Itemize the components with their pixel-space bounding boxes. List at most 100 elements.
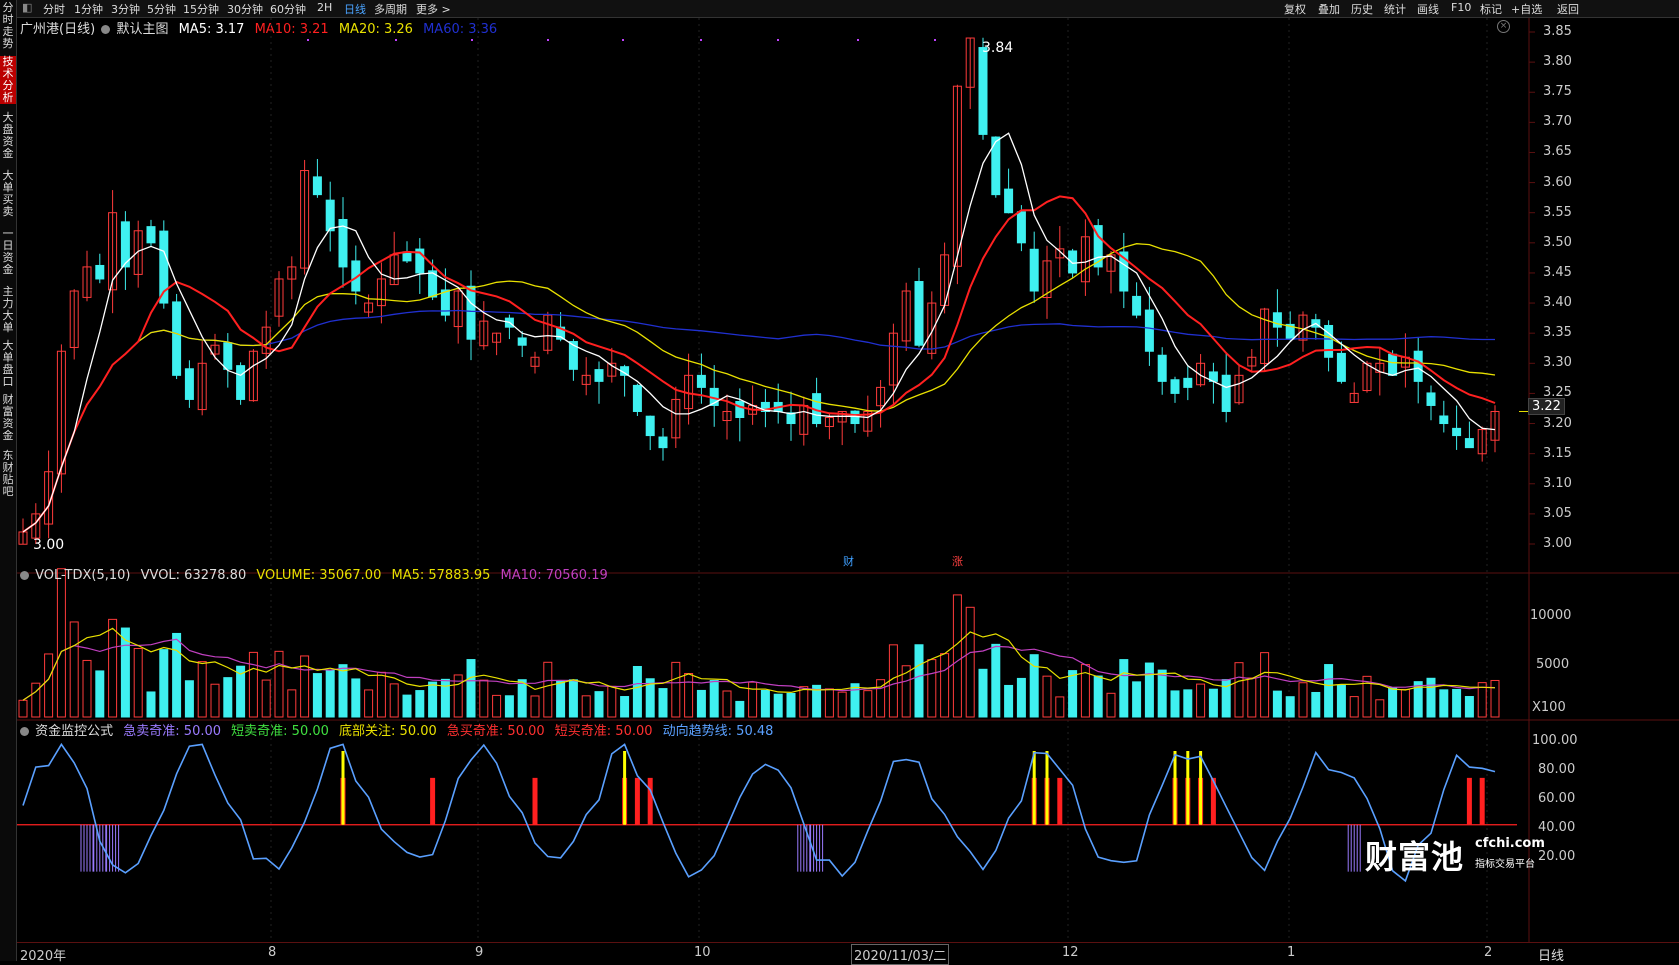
volume-bar: [338, 664, 348, 718]
volume-bar: [1464, 696, 1474, 718]
volume-bar: [479, 679, 489, 718]
sidebar-tab-0[interactable]: 分时走势: [0, 2, 16, 50]
volume-bar: [1004, 684, 1014, 718]
period-tab-daily[interactable]: 日线: [344, 1, 366, 17]
candle-body: [1272, 312, 1282, 328]
candle-body: [146, 226, 156, 244]
back-button[interactable]: 返回: [1557, 1, 1579, 17]
period-tab-3[interactable]: 5分钟: [147, 1, 176, 17]
volume-bar: [888, 644, 898, 718]
volume-bar: [760, 690, 770, 718]
panel-toggle-icon[interactable]: ◧: [22, 1, 32, 14]
x-label-1: 8: [268, 945, 277, 960]
volume-bar: [184, 680, 194, 718]
sidebar-tab-8[interactable]: 东财贴吧: [0, 450, 16, 498]
candle-body: [1439, 415, 1449, 425]
period-tab-6[interactable]: 60分钟: [270, 1, 306, 17]
x-label-7: 2: [1484, 945, 1493, 960]
period-tab-7[interactable]: 2H: [317, 1, 332, 14]
chart-canvas[interactable]: [17, 18, 1679, 942]
period-tab-more[interactable]: 更多 >: [416, 1, 451, 17]
watermark-sub: 指标交易平台: [1475, 859, 1535, 870]
signal-dot: [777, 39, 779, 41]
sidebar-tab-7[interactable]: 财富资金: [0, 394, 16, 442]
sidebar-tab-6[interactable]: 大单盘口: [0, 340, 16, 388]
volume-bar: [620, 696, 630, 718]
stats-button[interactable]: 统计: [1384, 1, 1406, 17]
period-tab-multi[interactable]: 多周期: [374, 1, 407, 17]
fund-settings-icon[interactable]: [20, 727, 29, 736]
volume-bar: [735, 700, 745, 718]
candle-body: [236, 365, 246, 400]
volume-bar: [914, 644, 924, 718]
fund-f: 动向趋势线: 50.48: [662, 724, 774, 739]
sidebar-tab-4[interactable]: 一日资金: [0, 228, 16, 276]
candles-group: [18, 37, 1500, 545]
current-price-tag: 3.22: [1528, 398, 1565, 415]
volume-bar: [1016, 677, 1026, 718]
history-button[interactable]: 历史: [1351, 1, 1373, 17]
volume-bar: [863, 690, 873, 718]
volume-bar: [1196, 683, 1206, 718]
overlay-button[interactable]: 叠加: [1318, 1, 1340, 17]
add-watchlist-button[interactable]: +自选: [1511, 1, 1542, 17]
f10-button[interactable]: F10: [1451, 1, 1471, 14]
candle-body: [658, 436, 668, 449]
price-tick-label: 3.60: [1543, 174, 1572, 190]
sidebar-tab-3[interactable]: 大单买卖: [0, 170, 16, 218]
volume-bar: [351, 678, 361, 718]
price-tick-label: 3.75: [1543, 84, 1572, 100]
signal-dot: [395, 39, 397, 41]
volume-bar: [1068, 670, 1078, 718]
candle-body: [914, 281, 924, 346]
finance-marker[interactable]: 财: [843, 553, 854, 569]
volume-bar: [428, 681, 438, 718]
volume-bar: [1490, 679, 1500, 718]
volume-bar: [274, 650, 284, 718]
sidebar-tab-1[interactable]: 技术分析: [0, 56, 16, 104]
volume-bar: [1042, 675, 1052, 718]
draw-button[interactable]: 画线: [1417, 1, 1439, 17]
volume-bar: [658, 688, 668, 718]
period-tab-4[interactable]: 15分钟: [183, 1, 219, 17]
period-tab-1[interactable]: 1分钟: [74, 1, 103, 17]
candle-body: [1464, 438, 1474, 449]
volume-settings-icon[interactable]: [20, 571, 29, 580]
period-tab-0[interactable]: 分时: [43, 1, 65, 17]
limit-up-marker[interactable]: 涨: [952, 553, 963, 569]
volume-bar: [1452, 688, 1462, 718]
x-label-cursor-date: 2020/11/03/二: [851, 944, 950, 965]
volume-bar: [1119, 659, 1129, 718]
volume-bar: [837, 691, 847, 718]
volume-bar: [684, 673, 694, 718]
sidebar-tab-2[interactable]: 大盘资金: [0, 112, 16, 160]
period-tab-5[interactable]: 30分钟: [227, 1, 263, 17]
volume-bar: [1388, 687, 1398, 718]
volume-bar: [376, 671, 386, 718]
fund-legend: 资金监控公式 急卖奇准: 50.00 短卖奇准: 50.00 底部关注: 50.…: [20, 720, 779, 739]
volume-legend: VOL-TDX(5,10) VVOL: 63278.80 VOLUME: 350…: [20, 568, 614, 583]
candle-body: [1388, 353, 1398, 376]
candle-body: [735, 400, 745, 419]
candle-body: [466, 285, 476, 340]
volume-bar: [69, 621, 79, 718]
candle-body: [1132, 295, 1142, 316]
volume-bar: [223, 677, 233, 718]
volume-bar: [696, 689, 706, 718]
period-corner-label[interactable]: 日线: [1538, 945, 1564, 964]
candle-body: [645, 415, 655, 437]
vol-title[interactable]: VOL-TDX(5,10): [35, 568, 130, 583]
volume-bar: [402, 694, 412, 718]
period-tab-2[interactable]: 3分钟: [111, 1, 140, 17]
volume-bar: [1349, 696, 1359, 718]
volume-bar: [991, 643, 1001, 718]
fund-title[interactable]: 资金监控公式: [35, 724, 113, 739]
sidebar-tab-5[interactable]: 主力大单: [0, 286, 16, 334]
fuquan-button[interactable]: 复权: [1284, 1, 1306, 17]
candle-body: [1004, 188, 1014, 214]
candle-body: [1452, 427, 1462, 437]
mark-button[interactable]: 标记: [1480, 1, 1502, 17]
volume-bar: [1285, 696, 1295, 718]
volume-bar: [108, 618, 118, 718]
price-tick-label: 3.10: [1543, 475, 1572, 491]
